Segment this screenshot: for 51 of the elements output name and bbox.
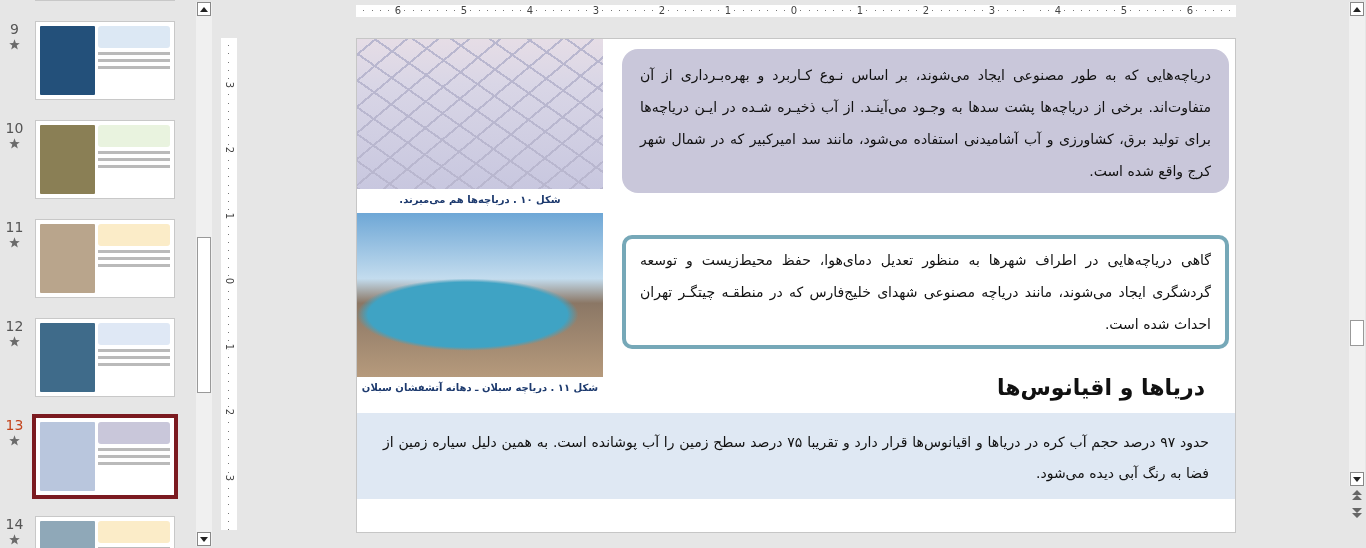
slide-number: 12 — [5, 318, 24, 334]
slide-number: 10 — [5, 120, 24, 136]
triangle-down-icon — [200, 536, 208, 542]
triangle-up-icon — [200, 6, 208, 12]
slide-number: 11 — [5, 219, 24, 235]
text-band: حدود ۹۷ درصد حجم آب کره در دریاها و اقیانوس‌ها قرار دارد و تقریبا ۷۵ درصد سطح زمین را آب پوشانده است. به همین دلیل سیاره زمین از فضا به رنگ آبی دیده می‌شود. — [357, 413, 1235, 499]
ruler-label: 1 — [723, 5, 733, 16]
section-heading: دریاها و اقیانوس‌ها — [995, 374, 1206, 403]
scrollbar-thumb[interactable] — [197, 237, 211, 393]
next-slide-icon[interactable] — [1351, 506, 1363, 518]
ruler-label: 6 — [1185, 5, 1195, 16]
ruler-label: 4 — [1053, 5, 1063, 16]
scroll-up-button[interactable] — [197, 2, 211, 16]
star-icon — [9, 237, 20, 248]
ruler-label: 4 — [525, 5, 535, 16]
slide-number: 13 — [5, 417, 24, 433]
ruler-label: 2 — [224, 147, 234, 154]
scroll-up-button[interactable] — [1350, 2, 1364, 16]
ruler-label: 2 — [657, 5, 667, 16]
star-icon — [9, 435, 20, 446]
ruler-label: 3 — [591, 5, 601, 16]
figure-caption: شکل ۱۱ . دریاچه سبلان ـ دهانه آتشفشان سبلان — [360, 380, 600, 396]
text-box: دریاچه‌هایی که به طور مصنوعی ایجاد می‌شوند، بر اساس نـوع کـاربرد و بهره‌بـرداری از آن متفاوت‌اند. برخی از دریاچه‌ها پشت سدها به وجـود می‌آینـد. از آب ذخیـره شـده در ایـن دریاچه‌ها برای تولید برق، کشاورزی و آب آشامیدنی استفاده می‌شود، مانند سد امیرکبیر که در شمال شهر کرج واقع شده است. — [622, 49, 1229, 193]
ruler-label: 0 — [789, 5, 799, 16]
star-icon — [9, 336, 20, 347]
ruler-label: 3 — [224, 81, 234, 88]
ruler-label: 3 — [987, 5, 997, 16]
ruler-label: 3 — [224, 474, 234, 481]
slide-number: 9 — [10, 21, 19, 37]
star-icon — [9, 39, 20, 50]
ruler-label: 5 — [1119, 5, 1129, 16]
scroll-down-button[interactable] — [197, 532, 211, 546]
ruler-label: 6 — [393, 5, 403, 16]
scrollbar-thumb[interactable] — [1350, 320, 1364, 346]
ruler-label: 1 — [224, 343, 234, 350]
ruler-label: 5 — [459, 5, 469, 16]
star-icon — [9, 138, 20, 149]
ruler-label: 0 — [224, 278, 234, 285]
slide-thumbnail[interactable] — [35, 417, 175, 496]
figure-caption: شکل ۱۰ . دریاچه‌ها هم می‌میرند. — [398, 193, 562, 208]
triangle-down-icon — [1353, 476, 1361, 482]
star-icon — [9, 534, 20, 545]
ruler-label: 1 — [855, 5, 865, 16]
text-box: گاهی دریاچه‌هایی در اطراف شهرها به منظور تعدیل دمای‌هوا، حفظ محیط‌زیست و توسعه گردشگری ایجاد می‌شوند، مانند دریاچه مصنوعی شهدای خلیج‌فارس که در منطقـه چیتگـر تهران احداث شده است. — [622, 235, 1229, 349]
ruler-label: 2 — [224, 409, 234, 416]
ruler-label: 1 — [224, 212, 234, 219]
ruler-label: 2 — [921, 5, 931, 16]
triangle-up-icon — [1353, 6, 1361, 12]
slide-number: 14 — [5, 516, 24, 532]
scroll-down-button[interactable] — [1350, 472, 1364, 486]
previous-slide-icon[interactable] — [1351, 490, 1363, 502]
